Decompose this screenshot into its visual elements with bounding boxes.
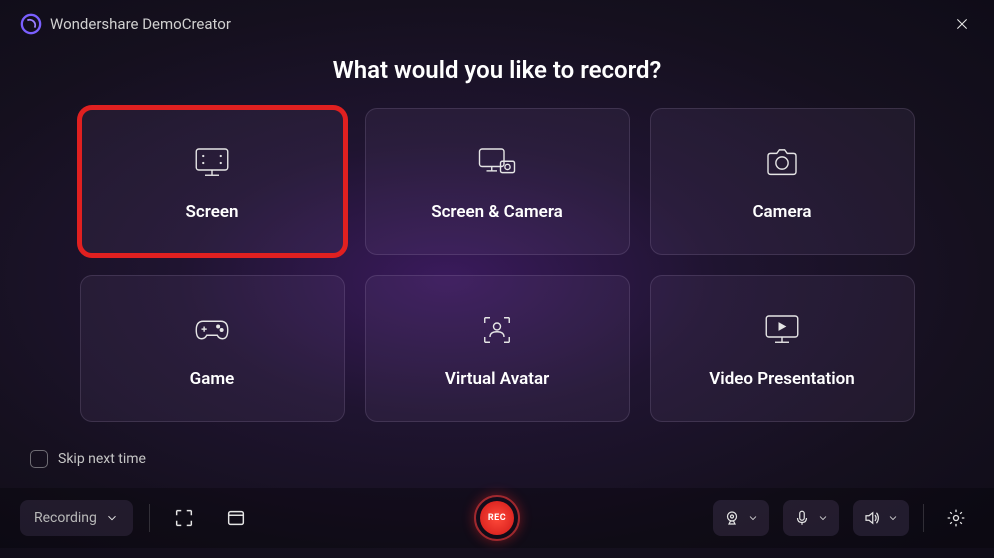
rec-label: REC [480, 501, 514, 535]
card-label: Game [190, 369, 235, 389]
window-icon [225, 507, 247, 529]
card-label: Screen [186, 202, 239, 222]
record-options-grid: Screen Screen & Camera Camera [0, 108, 994, 422]
record-button-container: REC [474, 495, 520, 541]
chevron-down-icon [887, 512, 899, 524]
skip-row: Skip next time [0, 422, 994, 468]
mode-dropdown[interactable]: Recording [20, 500, 133, 536]
close-icon [954, 16, 970, 32]
card-camera[interactable]: Camera [650, 108, 915, 255]
close-button[interactable] [950, 12, 974, 36]
chevron-down-icon [105, 511, 119, 525]
gear-icon [946, 508, 966, 528]
toolbar-right [713, 500, 974, 536]
video-presentation-icon [761, 309, 803, 351]
card-label: Video Presentation [709, 369, 855, 389]
card-virtual-avatar[interactable]: Virtual Avatar [365, 275, 630, 422]
microphone-dropdown[interactable] [783, 500, 839, 536]
camera-icon [761, 142, 803, 184]
settings-button[interactable] [938, 500, 974, 536]
app-name: Wondershare DemoCreator [50, 15, 231, 33]
toolbar-separator [149, 504, 150, 532]
app-logo-icon [20, 13, 42, 35]
screen-icon [191, 142, 233, 184]
card-label: Camera [752, 202, 811, 222]
webcam-dropdown[interactable] [713, 500, 769, 536]
card-game[interactable]: Game [80, 275, 345, 422]
mode-label: Recording [34, 510, 97, 526]
header: Wondershare DemoCreator [0, 0, 994, 36]
virtual-avatar-icon [476, 309, 518, 351]
skip-label: Skip next time [58, 451, 146, 467]
bottom-toolbar: Recording REC [0, 488, 994, 548]
speaker-icon [863, 509, 881, 527]
chevron-down-icon [817, 512, 829, 524]
card-screen-camera[interactable]: Screen & Camera [365, 108, 630, 255]
card-screen[interactable]: Screen [80, 108, 345, 255]
toolbar-separator [923, 504, 924, 532]
logo-area: Wondershare DemoCreator [20, 13, 231, 35]
card-video-presentation[interactable]: Video Presentation [650, 275, 915, 422]
screen-camera-icon [476, 142, 518, 184]
chevron-down-icon [747, 512, 759, 524]
record-button[interactable]: REC [474, 495, 520, 541]
card-label: Screen & Camera [431, 202, 563, 222]
speaker-dropdown[interactable] [853, 500, 909, 536]
toolbar-left: Recording [20, 500, 254, 536]
crop-icon [173, 507, 195, 529]
skip-checkbox[interactable] [30, 450, 48, 468]
microphone-icon [793, 509, 811, 527]
crop-region-button[interactable] [166, 500, 202, 536]
webcam-icon [723, 509, 741, 527]
window-select-button[interactable] [218, 500, 254, 536]
page-title: What would you like to record? [0, 56, 994, 84]
card-label: Virtual Avatar [445, 369, 549, 389]
game-icon [191, 309, 233, 351]
